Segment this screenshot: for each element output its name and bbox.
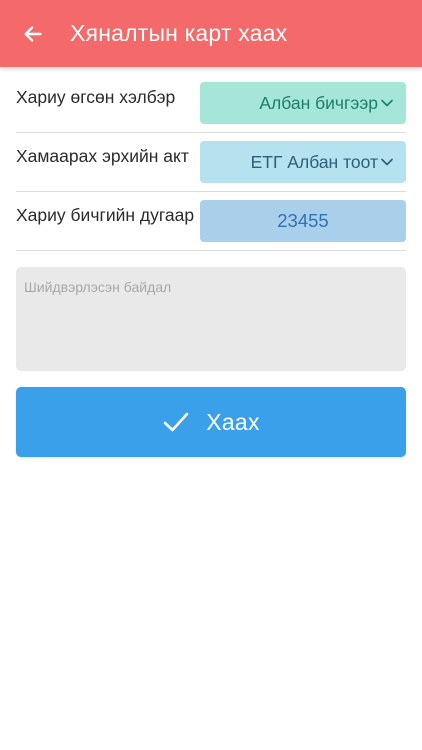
close-card-button[interactable]: Хаах	[16, 387, 406, 457]
resolution-textarea[interactable]	[16, 267, 406, 371]
response-form-select[interactable]: Албан бичгээр	[200, 82, 406, 124]
app-bar: Хяналтын карт хаах	[0, 0, 422, 67]
chevron-down-icon	[381, 158, 393, 166]
legal-act-label: Хамаарах эрхийн акт	[16, 146, 189, 166]
response-form-row: Хариу өгсөн хэлбэр Албан бичгээр	[16, 74, 406, 133]
response-number-label: Хариу бичгийн дугаар	[16, 205, 195, 225]
legal-act-row: Хамаарах эрхийн акт ЕТГ Албан тоот	[16, 133, 406, 192]
response-form-label: Хариу өгсөн хэлбэр	[16, 87, 176, 107]
legal-act-select[interactable]: ЕТГ Албан тоот	[200, 141, 406, 183]
back-button[interactable]	[20, 21, 46, 47]
check-icon	[162, 408, 190, 436]
response-number-row: Хариу бичгийн дугаар	[16, 192, 406, 251]
response-number-input[interactable]	[200, 200, 406, 242]
response-number-field	[200, 200, 406, 242]
arrow-left-icon	[24, 26, 42, 42]
response-form-value: Албан бичгээр	[259, 93, 378, 113]
legal-act-value: ЕТГ Албан тоот	[250, 152, 378, 172]
chevron-down-icon	[381, 99, 393, 107]
page-title: Хяналтын карт хаах	[70, 20, 288, 46]
close-card-label: Хаах	[206, 408, 260, 435]
